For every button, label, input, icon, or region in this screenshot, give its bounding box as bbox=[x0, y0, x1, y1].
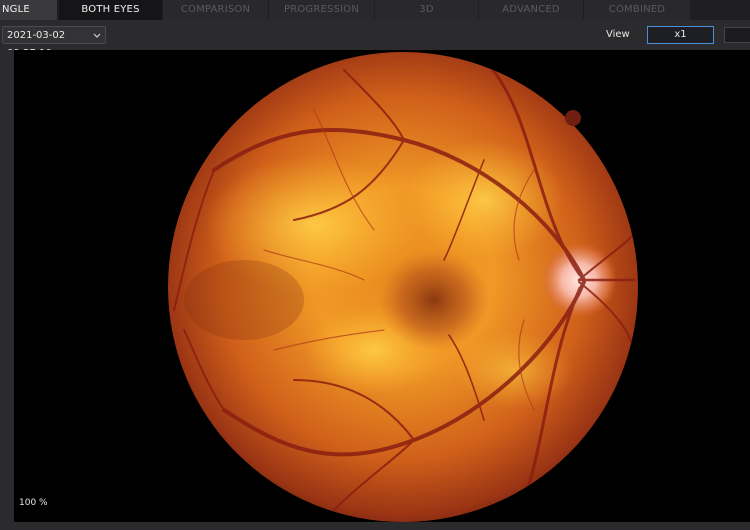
tab-combined[interactable]: COMBINED bbox=[584, 0, 691, 20]
tab-bar: NGLE BOTH EYES COMPARISON PROGRESSION 3D… bbox=[0, 0, 750, 20]
tab-progression[interactable]: PROGRESSION bbox=[269, 0, 375, 20]
bottom-strip bbox=[0, 522, 750, 530]
fundus-image bbox=[168, 52, 638, 522]
image-viewer[interactable]: 100 % bbox=[14, 50, 750, 522]
chevron-down-icon bbox=[93, 27, 101, 52]
tab-advanced[interactable]: ADVANCED bbox=[479, 0, 584, 20]
tab-single[interactable]: NGLE bbox=[0, 0, 58, 20]
toolbar-extra-button[interactable] bbox=[724, 27, 750, 43]
date-select[interactable]: 2021-03-02 09:27:10 bbox=[2, 26, 106, 59]
toolbar: 2021-03-02 09:27:10 View x1 bbox=[0, 20, 750, 59]
tab-3d[interactable]: 3D bbox=[375, 0, 479, 20]
left-gutter bbox=[0, 50, 14, 530]
view-label: View bbox=[606, 29, 630, 40]
zoom-percent-label: 100 % bbox=[19, 498, 48, 508]
zoom-field[interactable]: x1 bbox=[647, 26, 714, 44]
tab-comparison[interactable]: COMPARISON bbox=[163, 0, 269, 20]
tab-both-eyes[interactable]: BOTH EYES bbox=[59, 0, 163, 20]
